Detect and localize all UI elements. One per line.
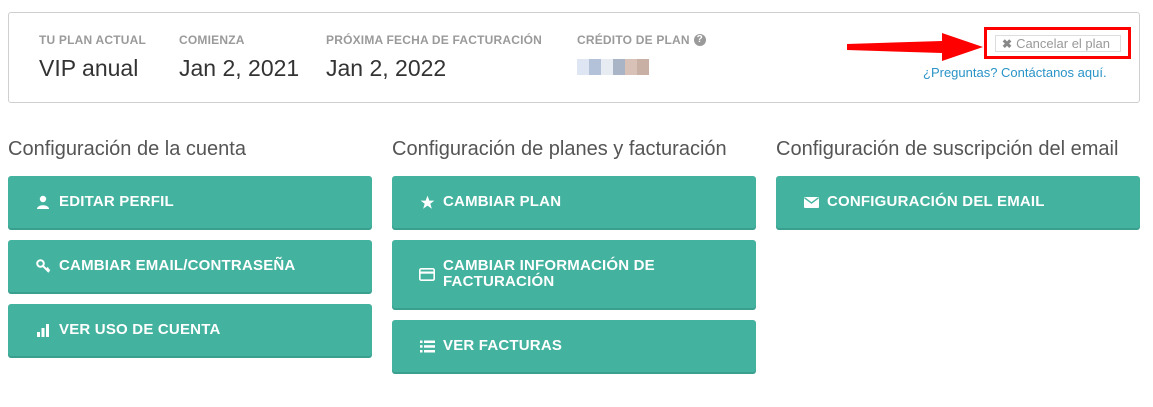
cancel-plan-label: Cancelar el plan: [1016, 36, 1111, 51]
envelope-icon: [803, 194, 819, 210]
account-usage-label: VER USO DE CUENTA: [59, 321, 221, 338]
plan-credit-label-text: CRÉDITO DE PLAN: [577, 33, 690, 47]
current-plan-stat: TU PLAN ACTUAL VIP anual: [39, 33, 146, 82]
change-plan-button[interactable]: CAMBIAR PLAN: [392, 176, 756, 228]
next-billing-value: Jan 2, 2022: [326, 55, 447, 81]
start-date-label: COMIENZA: [179, 33, 245, 47]
change-email-password-button[interactable]: CAMBIAR EMAIL/CONTRASEÑA: [8, 240, 372, 292]
change-plan-label: CAMBIAR PLAN: [443, 193, 562, 210]
change-billing-info-label: CAMBIAR INFORMACIÓN DE FACTURACIÓN: [443, 258, 655, 290]
email-settings-title: Configuración de suscripción del email: [776, 138, 1119, 160]
red-arrow-icon: [847, 33, 983, 61]
change-email-password-label: CAMBIAR EMAIL/CONTRASEÑA: [59, 257, 296, 274]
account-settings-title: Configuración de la cuenta: [8, 138, 246, 160]
billing-settings-title: Configuración de planes y facturación: [392, 138, 727, 160]
help-icon[interactable]: ?: [693, 34, 706, 46]
view-invoices-label: VER FACTURAS: [443, 337, 563, 354]
credit-card-icon: [419, 266, 435, 282]
contact-us-link[interactable]: ¿Preguntas? Contáctanos aquí.: [923, 65, 1107, 80]
view-invoices-button[interactable]: VER FACTURAS: [392, 320, 756, 372]
email-settings-button[interactable]: CONFIGURACIÓN DEL EMAIL: [776, 176, 1140, 228]
current-plan-label: TU PLAN ACTUAL: [39, 33, 147, 47]
start-date-value: Jan 2, 2021: [179, 55, 300, 81]
account-usage-button[interactable]: VER USO DE CUENTA: [8, 304, 372, 356]
start-date-stat: COMIENZA Jan 2, 2021: [179, 33, 299, 82]
change-billing-info-line1: CAMBIAR INFORMACIÓN DE: [443, 257, 655, 274]
edit-profile-label: EDITAR PERFIL: [59, 193, 174, 210]
next-billing-stat: PRÓXIMA FECHA DE FACTURACIÓN Jan 2, 2022: [326, 33, 542, 82]
plan-credit-stat: CRÉDITO DE PLAN ?: [577, 33, 706, 75]
plan-summary-panel: TU PLAN ACTUAL VIP anual COMIENZA Jan 2,…: [8, 12, 1140, 103]
change-billing-info-button[interactable]: CAMBIAR INFORMACIÓN DE FACTURACIÓN: [392, 240, 756, 308]
bar-chart-icon: [35, 322, 51, 338]
user-icon: [35, 194, 51, 210]
plan-credit-value-blurred: [577, 59, 706, 75]
plan-credit-label: CRÉDITO DE PLAN ?: [577, 33, 706, 47]
email-settings-label: CONFIGURACIÓN DEL EMAIL: [827, 193, 1045, 210]
star-icon: [419, 194, 435, 210]
next-billing-label: PRÓXIMA FECHA DE FACTURACIÓN: [326, 33, 543, 47]
key-icon: [35, 258, 51, 274]
cancel-highlight-box: ✖ Cancelar el plan: [984, 27, 1131, 59]
current-plan-value: VIP anual: [39, 55, 139, 81]
list-icon: [419, 338, 435, 354]
close-icon: ✖: [1002, 36, 1013, 51]
cancel-plan-button[interactable]: ✖ Cancelar el plan: [995, 35, 1121, 52]
edit-profile-button[interactable]: EDITAR PERFIL: [8, 176, 372, 228]
change-billing-info-line2: FACTURACIÓN: [443, 273, 555, 290]
